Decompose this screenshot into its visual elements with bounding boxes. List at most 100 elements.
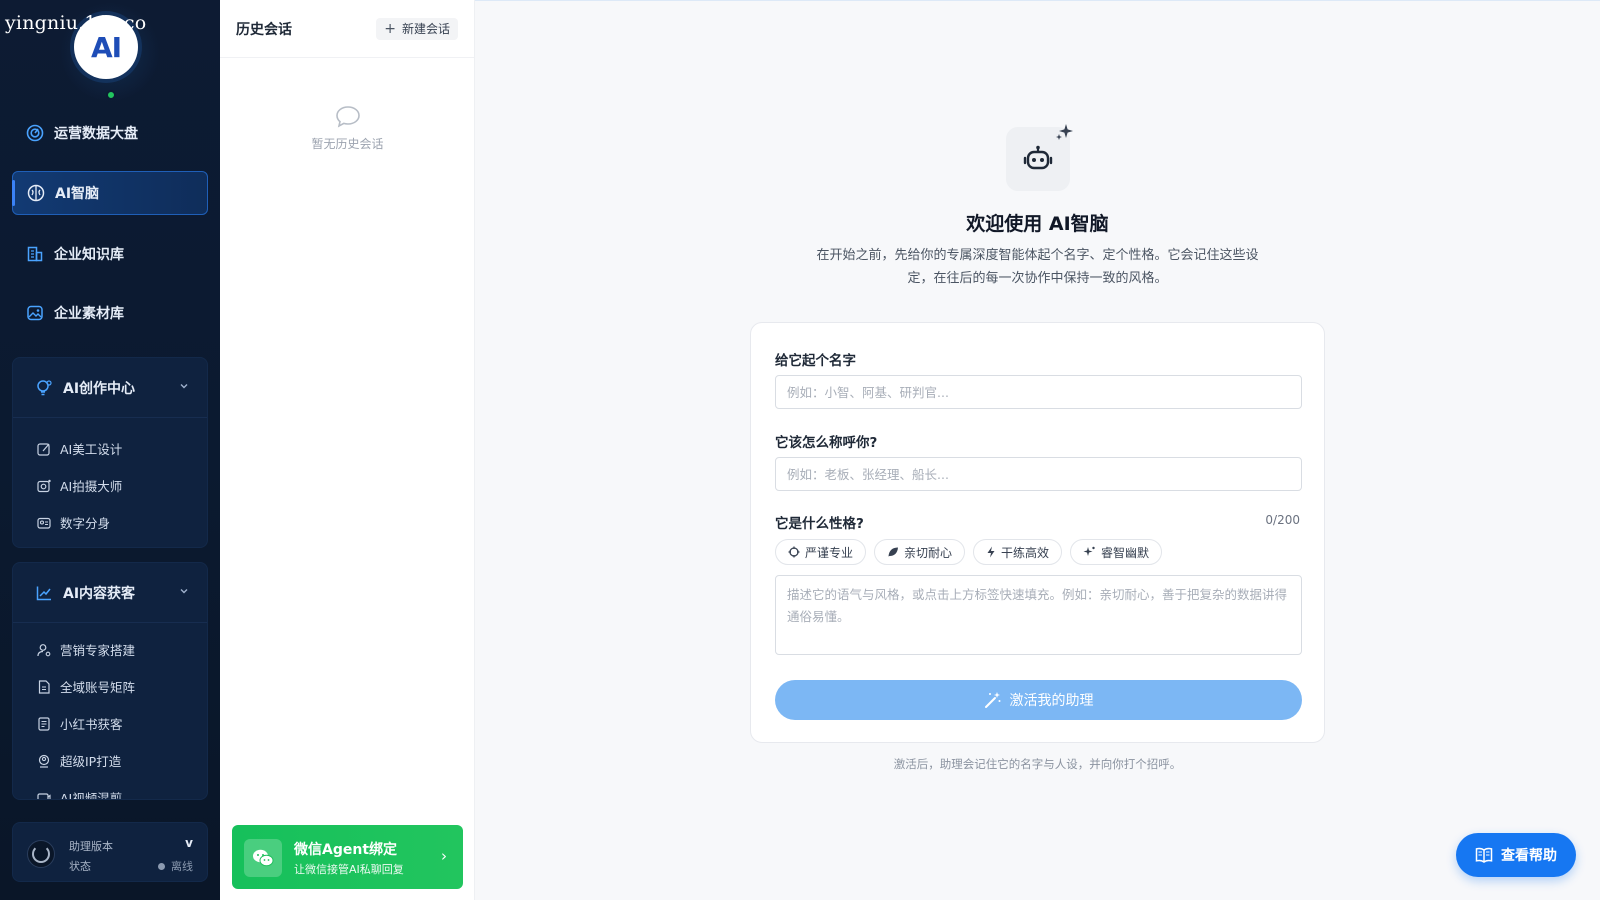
chevron-right-icon: › (441, 847, 447, 865)
personality-field-label: 它是什么性格? (775, 516, 864, 532)
trend-chart-icon (35, 584, 53, 602)
leaf-icon (888, 547, 899, 557)
sub-item-ai-video-edit[interactable]: AI视频混剪 (13, 779, 207, 800)
sub-item-label: AI美工设计 (60, 442, 123, 457)
loading-spinner-icon (27, 840, 55, 868)
sub-item-account-matrix[interactable]: 全域账号矩阵 (13, 668, 207, 705)
tag-label: 睿智幽默 (1101, 545, 1150, 560)
new-chat-button[interactable]: + 新建会话 (376, 17, 458, 40)
brain-icon (27, 184, 45, 202)
history-empty-state: 暂无历史会话 (220, 105, 475, 152)
magic-wand-icon (984, 692, 1000, 708)
help-button[interactable]: 查看帮助 (1456, 833, 1576, 877)
image-icon (26, 304, 44, 322)
sparkle-icon (1056, 124, 1073, 140)
badge-icon (37, 754, 51, 768)
assistant-name-input[interactable] (775, 375, 1302, 409)
activation-footer-note: 激活后，助理会记住它的名字与人设，并向你打个招呼。 (893, 757, 1182, 771)
tag-label: 干练高效 (1001, 545, 1050, 560)
sub-item-label: 小红书获客 (60, 717, 123, 732)
logo-text: AI (90, 30, 122, 64)
top-divider (475, 0, 1600, 1)
tag-label: 严谨专业 (805, 545, 854, 560)
tag-friendly[interactable]: 亲切耐心 (874, 539, 966, 565)
plus-icon: + (384, 20, 396, 37)
sidebar: AI yingniu.10v.co 运营数据大盘 AI智脑 企业知识库 企业素材… (0, 0, 220, 900)
activate-assistant-button[interactable]: 激活我的助理 (775, 680, 1302, 720)
building-icon (26, 245, 44, 263)
sub-item-digital-twin[interactable]: 数字分身 (13, 504, 207, 541)
tag-label: 亲切耐心 (904, 545, 953, 560)
sidebar-item-label: AI智脑 (55, 186, 100, 202)
help-button-label: 查看帮助 (1501, 848, 1557, 864)
personality-textarea[interactable] (775, 575, 1302, 655)
sub-item-label: AI视频混剪 (60, 791, 123, 800)
user-nickname-input[interactable] (775, 457, 1302, 491)
status-label: 状态 (69, 860, 91, 873)
watermark: yingniu.10v.co (5, 12, 147, 34)
sidebar-item-label: 企业知识库 (54, 247, 124, 263)
history-header: 历史会话 + 新建会话 (220, 0, 474, 58)
tag-rigorous[interactable]: 严谨专业 (775, 539, 867, 565)
group-header-ai-creation[interactable]: AI创作中心 (13, 358, 207, 418)
sparkle-icon (1083, 546, 1095, 556)
group-header-ai-content-leads[interactable]: AI内容获客 (13, 563, 207, 623)
lightbulb-icon (35, 379, 53, 397)
group-ai-creation: AI创作中心 AI美工设计 AI拍摄大师 数字分身 (12, 357, 208, 548)
file-icon (37, 679, 51, 694)
book-icon (37, 716, 51, 731)
sub-item-label: 超级IP打造 (60, 754, 122, 769)
wechat-card-subtitle: 让微信接管AI私聊回复 (294, 863, 404, 876)
personality-tags: 严谨专业 亲切耐心 干练高效 睿智幽默 (775, 539, 1163, 565)
history-panel: 历史会话 + 新建会话 暂无历史会话 微信Agent绑定 让微信接管AI私聊回复… (220, 0, 475, 900)
empty-history-text: 暂无历史会话 (311, 137, 384, 151)
status-value: 离线 (158, 858, 193, 874)
welcome-title: 欢迎使用 AI智脑 (966, 213, 1109, 235)
sub-item-label: 营销专家搭建 (60, 643, 136, 658)
chat-bubble-icon (335, 106, 360, 128)
camera-icon (37, 479, 51, 493)
sidebar-item-label: 运营数据大盘 (54, 126, 138, 142)
sub-item-label: 数字分身 (60, 516, 111, 531)
sub-item-super-ip[interactable]: 超级IP打造 (13, 742, 207, 779)
wechat-card-title: 微信Agent绑定 (294, 842, 398, 858)
activate-button-label: 激活我的助理 (1009, 693, 1094, 709)
name-field-label: 给它起个名字 (775, 353, 856, 369)
sidebar-item-asset-library[interactable]: 企业素材库 (12, 291, 208, 335)
group-ai-content-leads: AI内容获客 营销专家搭建 全域账号矩阵 小红书获客 超级IP打造 AI视频混剪 (12, 562, 208, 800)
wechat-agent-bind-card[interactable]: 微信Agent绑定 让微信接管AI私聊回复 › (232, 825, 463, 889)
target-icon (788, 546, 800, 558)
book-open-icon (1475, 847, 1493, 863)
version-value: v (185, 836, 193, 850)
assistant-setup-form: 给它起个名字 它该怎么称呼你? 它是什么性格? 0/200 严谨专业 亲切耐心 … (750, 322, 1325, 743)
online-status-dot (106, 90, 116, 100)
sub-item-ai-design[interactable]: AI美工设计 (13, 430, 207, 467)
assistant-version-card: 助理版本 v 状态 离线 (12, 822, 208, 882)
sidebar-item-knowledge-base[interactable]: 企业知识库 (12, 232, 208, 276)
sidebar-item-label: 企业素材库 (54, 306, 124, 322)
group-label: AI内容获客 (63, 585, 136, 602)
robot-icon (1023, 145, 1053, 170)
tag-efficient[interactable]: 干练高效 (973, 539, 1063, 565)
sub-item-label: AI拍摄大师 (60, 479, 123, 494)
group-label: AI创作中心 (63, 380, 136, 397)
main-content: 欢迎使用 AI智脑 在开始之前，先给你的专属深度智能体起个名字、定个性格。它会记… (475, 0, 1600, 900)
sub-item-ai-photo[interactable]: AI拍摄大师 (13, 467, 207, 504)
chevron-down-icon[interactable] (179, 586, 189, 599)
char-counter: 0/200 (1265, 513, 1300, 527)
id-card-icon (37, 516, 51, 530)
new-chat-label: 新建会话 (401, 22, 450, 36)
sidebar-item-ai-brain[interactable]: AI智脑 (12, 171, 208, 215)
dashboard-icon (26, 124, 44, 142)
call-field-label: 它该怎么称呼你? (775, 435, 878, 451)
sub-item-marketing-expert[interactable]: 营销专家搭建 (13, 631, 207, 668)
video-icon (37, 791, 51, 799)
sub-item-label: 全域账号矩阵 (60, 680, 136, 695)
sub-item-xiaohongshu[interactable]: 小红书获客 (13, 705, 207, 742)
version-label: 助理版本 (69, 840, 113, 853)
lightning-icon (987, 546, 995, 558)
chevron-down-icon[interactable] (179, 381, 189, 394)
user-gear-icon (37, 643, 51, 657)
sidebar-item-dashboard[interactable]: 运营数据大盘 (12, 111, 208, 155)
tag-witty[interactable]: 睿智幽默 (1070, 539, 1163, 565)
